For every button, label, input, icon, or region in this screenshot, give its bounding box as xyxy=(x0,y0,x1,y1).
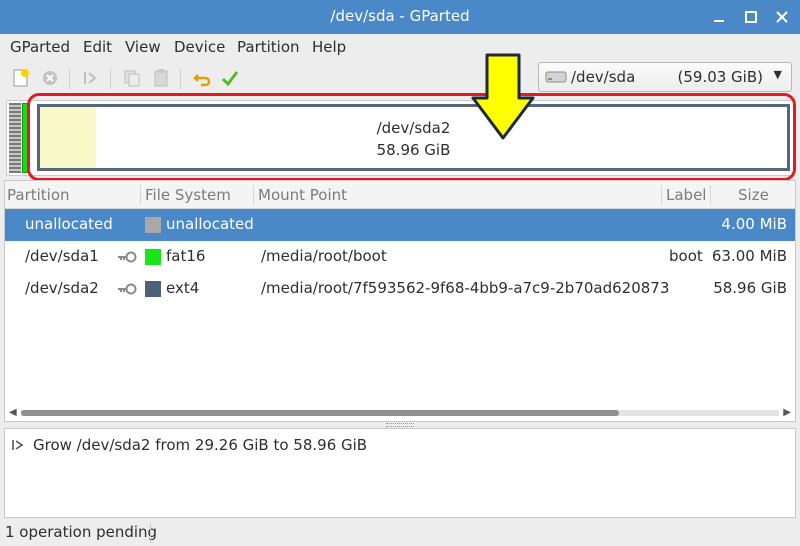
fs-color-swatch xyxy=(145,281,161,297)
table-header: Partition File System Mount Point Label … xyxy=(5,181,795,209)
undo-icon[interactable] xyxy=(191,67,213,89)
column-size[interactable]: Size xyxy=(738,186,769,204)
toolbar-separator xyxy=(110,69,111,89)
menu-bar: GParted Edit View Device Partition Help xyxy=(0,34,800,60)
cell-file-system: unallocated xyxy=(166,215,254,233)
fs-color-swatch xyxy=(145,249,161,265)
scroll-right-icon[interactable]: ▶ xyxy=(783,407,791,418)
close-icon[interactable] xyxy=(773,8,791,26)
operation-item[interactable]: Grow /dev/sda2 from 29.26 GiB to 58.96 G… xyxy=(33,436,367,454)
column-separator xyxy=(710,185,711,205)
down-arrow-icon xyxy=(471,53,535,140)
cell-size: 4.00 MiB xyxy=(721,215,787,233)
cell-partition: /dev/sda2 xyxy=(25,279,99,297)
column-file-system[interactable]: File System xyxy=(145,186,231,204)
menu-view[interactable]: View xyxy=(125,38,161,56)
menu-edit[interactable]: Edit xyxy=(83,38,112,56)
disk-icon xyxy=(545,71,567,83)
pending-operations-pane: Grow /dev/sda2 from 29.26 GiB to 58.96 G… xyxy=(4,428,796,518)
cell-partition: unallocated xyxy=(25,215,113,233)
status-text: 1 operation pending xyxy=(5,523,158,541)
column-separator xyxy=(661,185,662,205)
window-title: /dev/sda - GParted xyxy=(330,7,470,25)
cell-label: boot xyxy=(669,247,703,265)
cell-size: 58.96 GiB xyxy=(713,279,787,297)
column-label[interactable]: Label xyxy=(666,186,706,204)
menu-partition[interactable]: Partition xyxy=(237,38,300,56)
scroll-left-icon[interactable]: ◀ xyxy=(9,407,17,418)
cell-file-system: ext4 xyxy=(166,279,200,297)
partition-table: Partition File System Mount Point Label … xyxy=(4,180,796,422)
delete-icon[interactable] xyxy=(39,67,61,89)
column-mount-point[interactable]: Mount Point xyxy=(258,186,347,204)
key-icon xyxy=(118,251,137,263)
table-row[interactable]: /dev/sda2 ext4 /media/root/7f593562-9f68… xyxy=(5,273,795,305)
cell-file-system: fat16 xyxy=(166,247,206,265)
column-partition[interactable]: Partition xyxy=(7,186,70,204)
fs-color-swatch xyxy=(145,217,161,233)
device-name: /dev/sda xyxy=(571,68,636,86)
pane-resize-handle[interactable] xyxy=(386,423,414,427)
resize-icon[interactable] xyxy=(80,67,102,89)
paste-icon[interactable] xyxy=(150,67,172,89)
status-separator xyxy=(150,523,151,543)
column-separator xyxy=(253,185,254,205)
key-icon xyxy=(118,283,137,295)
minimize-icon[interactable] xyxy=(710,8,728,26)
scroll-thumb[interactable] xyxy=(21,410,619,416)
toolbar-separator xyxy=(69,69,70,89)
apply-icon[interactable] xyxy=(219,67,241,89)
copy-icon[interactable] xyxy=(121,67,143,89)
new-icon[interactable] xyxy=(10,67,32,89)
diskmap-unallocated[interactable] xyxy=(9,103,21,173)
cell-partition: /dev/sda1 xyxy=(25,247,99,265)
cell-size: 63.00 MiB xyxy=(711,247,787,265)
table-row[interactable]: unallocated unallocated 4.00 MiB xyxy=(5,209,795,241)
table-row[interactable]: /dev/sda1 fat16 /media/root/boot boot 63… xyxy=(5,241,795,273)
device-size: (59.03 GiB) xyxy=(677,68,764,86)
chevron-down-icon: ▼ xyxy=(773,68,782,81)
horizontal-scrollbar[interactable]: ◀ ▶ xyxy=(7,407,793,419)
device-selector[interactable]: /dev/sda (59.03 GiB) ▼ xyxy=(538,62,792,92)
toolbar-separator xyxy=(180,69,181,89)
status-bar: 1 operation pending xyxy=(0,520,800,546)
cell-mount-point: /media/root/7f593562-9f68-4bb9-a7c9-2b70… xyxy=(261,279,670,297)
menu-gparted[interactable]: GParted xyxy=(10,38,70,56)
maximize-icon[interactable] xyxy=(742,8,760,26)
cell-mount-point: /media/root/boot xyxy=(261,247,387,265)
resize-operation-icon xyxy=(12,440,24,450)
title-bar: /dev/sda - GParted xyxy=(0,0,800,34)
column-separator xyxy=(140,185,141,205)
menu-help[interactable]: Help xyxy=(312,38,346,56)
menu-device[interactable]: Device xyxy=(174,38,225,56)
highlight-frame xyxy=(27,93,796,181)
